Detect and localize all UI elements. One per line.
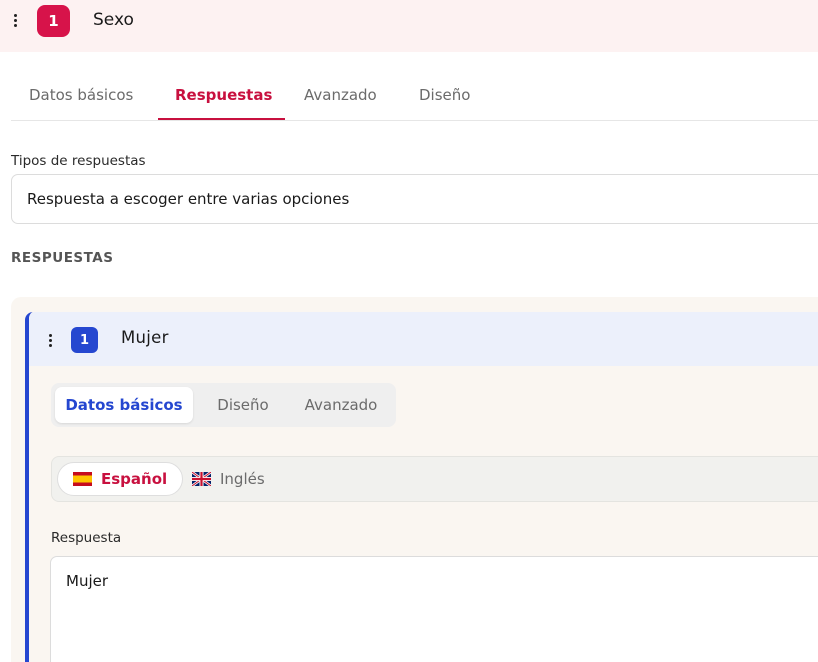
answer-text-input[interactable]: Mujer xyxy=(50,556,818,662)
response-type-label: Tipos de respuestas xyxy=(11,153,146,169)
answer-drag-handle-icon[interactable] xyxy=(48,334,52,347)
language-en[interactable]: Inglés xyxy=(192,462,265,496)
answer-header[interactable]: 1 Mujer xyxy=(29,312,818,366)
question-number-badge: 1 xyxy=(37,5,70,37)
answer-tab-datos-basicos[interactable]: Datos básicos xyxy=(55,387,193,423)
response-type-select[interactable]: Respuesta a escoger entre varias opcione… xyxy=(11,174,818,224)
tab-datos-basicos[interactable]: Datos básicos xyxy=(29,86,133,104)
question-tabs: Datos básicos Respuestas Avanzado Diseño xyxy=(11,72,818,121)
tab-avanzado[interactable]: Avanzado xyxy=(304,86,377,104)
answer-title: Mujer xyxy=(121,328,169,347)
answer-tabs: Datos básicos Diseño Avanzado xyxy=(51,383,396,427)
tab-diseno[interactable]: Diseño xyxy=(419,86,470,104)
active-tab-indicator xyxy=(158,118,285,120)
language-es-label: Español xyxy=(101,470,168,488)
uk-flag-icon xyxy=(192,472,211,486)
question-title: Sexo xyxy=(93,10,134,30)
tab-respuestas[interactable]: Respuestas xyxy=(175,86,272,104)
language-en-label: Inglés xyxy=(220,470,265,488)
answer-field-label: Respuesta xyxy=(51,530,122,546)
spain-flag-icon xyxy=(73,472,92,486)
language-switcher: Español Inglés xyxy=(51,456,818,502)
answer-number-badge: 1 xyxy=(71,327,98,353)
answer-tab-avanzado[interactable]: Avanzado xyxy=(291,387,391,423)
language-es[interactable]: Español xyxy=(57,462,184,496)
answers-section-title: RESPUESTAS xyxy=(11,250,114,266)
answer-tab-diseno[interactable]: Diseño xyxy=(197,387,289,423)
drag-handle-icon[interactable] xyxy=(13,14,17,27)
answer-card: 1 Mujer Datos básicos Diseño Avanzado Es… xyxy=(25,312,818,662)
question-header: 1 Sexo xyxy=(0,0,818,52)
